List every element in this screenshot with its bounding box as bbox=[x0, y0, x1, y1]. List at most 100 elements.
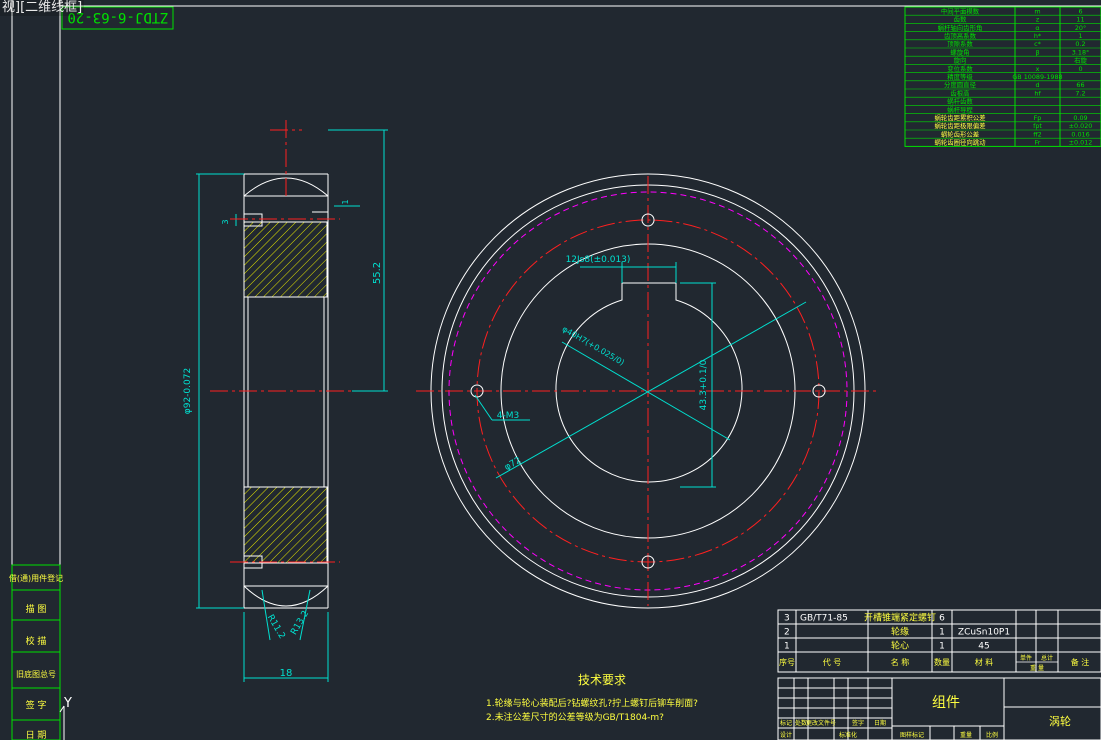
param-cell: 齿数 bbox=[954, 15, 967, 24]
param-cell: 0.09 bbox=[1073, 114, 1087, 122]
param-cell: 右旋 bbox=[1074, 56, 1087, 65]
param-cell: 蜗轮齿距极限偏差 bbox=[934, 121, 985, 130]
param-cell: 66 bbox=[1076, 81, 1084, 89]
bom-header-1: 代 号 bbox=[823, 657, 842, 667]
param-cell: α bbox=[1035, 24, 1039, 32]
bom-header-2: 名 称 bbox=[891, 657, 910, 667]
hatch-bottom bbox=[243, 486, 328, 564]
viewport-label[interactable]: 视][二维线框] bbox=[0, 0, 85, 16]
ucs-icon: Y bbox=[59, 696, 72, 740]
visual-style-label[interactable]: [二维线框] bbox=[20, 0, 82, 15]
strip-label-0: 借(通)用件登记 bbox=[9, 573, 63, 583]
bom-cell: 开槽锥端紧定螺钉 bbox=[864, 612, 936, 624]
dim-width: 18 bbox=[280, 668, 293, 679]
bore-keyway bbox=[555, 282, 743, 483]
bom-weight-label: 重 量 bbox=[1030, 664, 1044, 672]
left-strip: 借(通)用件登记 描 图 校 描 旧底图总号 签 字 日 期 bbox=[9, 564, 63, 740]
param-cell: Fp bbox=[1034, 114, 1042, 122]
notes-line-1: 1.轮缘与轮心装配后?钻螺纹孔?拧上螺钉后铆车削面? bbox=[486, 697, 698, 709]
tb-cell-9: 比例 bbox=[986, 731, 998, 739]
param-cell: m bbox=[1034, 7, 1040, 15]
param-cell: 0 bbox=[1078, 65, 1082, 73]
strip-label-4: 签 字 bbox=[26, 699, 47, 711]
param-cell: 旋向 bbox=[954, 56, 967, 65]
param-cell: ±0.012 bbox=[1069, 139, 1093, 147]
cad-drawing-canvas[interactable]: ZTDJ-6-63-20 借(通)用件登记 描 图 校 描 旧底图总号 签 字 … bbox=[0, 0, 1101, 740]
strip-label-2: 校 描 bbox=[26, 635, 47, 647]
strip-label-5: 日 期 bbox=[26, 730, 47, 740]
param-cell: ff2 bbox=[1033, 130, 1041, 138]
bom-cell: 3 bbox=[784, 614, 790, 624]
param-cell: 蜗轮齿圈径向跳动 bbox=[934, 138, 986, 147]
tb-cell-2: 更改文件号 bbox=[806, 719, 836, 727]
dim-height: 55.2 bbox=[372, 262, 383, 284]
bom-cell: 轮缘 bbox=[891, 626, 909, 638]
param-cell: 11 bbox=[1076, 16, 1084, 24]
param-cell: Fr bbox=[1035, 139, 1041, 147]
bom-header-3: 数量 bbox=[934, 657, 950, 667]
bom-header-6: 总计 bbox=[1041, 654, 1053, 662]
parameter-table[interactable]: 中间平面模数 m 6 齿数 z 11 蜗杆轴向齿形角 α 20° 齿顶高系数 h* 1 顶隙系数 c* 0.… bbox=[904, 6, 1101, 147]
param-cell: 3.18° bbox=[1072, 48, 1089, 56]
bom-cell: 1 bbox=[939, 642, 945, 652]
bom-cell: ZCuSn10P1 bbox=[958, 628, 1010, 638]
param-cell: 0.016 bbox=[1071, 130, 1089, 138]
param-cell: 精度等级 bbox=[947, 72, 973, 81]
param-cell: 齿顶高系数 bbox=[944, 31, 977, 40]
dim-radius-2: R13.2 bbox=[289, 609, 311, 637]
hatch-top bbox=[243, 221, 328, 298]
tb-cell-6: 标准化 bbox=[839, 731, 857, 739]
param-cell: 分度圆直径 bbox=[944, 80, 977, 89]
bom-table[interactable]: 3 GB/T71-85 开槽锥端紧定螺钉 6 2 轮缘 1 ZCuSn10P1 1 轮心 1 45 序号… bbox=[777, 609, 1101, 673]
tb-cell-7: 图样标记 bbox=[900, 731, 924, 739]
viewport-view-label[interactable]: 视] bbox=[2, 0, 20, 15]
param-cell: hf bbox=[1034, 89, 1041, 97]
dim-outer-diameter: φ92-0.072 bbox=[183, 368, 193, 414]
part-name: 组件 bbox=[932, 695, 960, 711]
ucs-axis-label: Y bbox=[63, 696, 72, 711]
param-cell: ±0.020 bbox=[1069, 122, 1093, 130]
tb-cell-4: 日期 bbox=[874, 719, 886, 727]
param-cell: d bbox=[1035, 81, 1039, 89]
technical-notes: 技术要求 1.轮缘与轮心装配后?钻螺纹孔?拧上螺钉后铆车削面? 2.未注公差尺寸… bbox=[486, 673, 698, 723]
front-view[interactable]: 12Js8(±0.013) φ40H7(+0.025/0) 43.3+0.1/0… bbox=[416, 173, 880, 609]
param-cell: GB 10089-1988 bbox=[1012, 73, 1062, 81]
tb-cell-8: 重量 bbox=[960, 731, 972, 739]
param-cell: 蜗轮齿距累积公差 bbox=[934, 113, 985, 122]
param-cell: fpt bbox=[1033, 122, 1042, 130]
param-cell: h* bbox=[1034, 32, 1041, 40]
notes-heading: 技术要求 bbox=[578, 673, 626, 687]
bom-cell: 1 bbox=[939, 628, 945, 638]
dim-holes: 4-M3 bbox=[497, 411, 519, 421]
param-cell: 蜗杆导程 bbox=[947, 105, 973, 114]
bom-cell: 45 bbox=[978, 642, 989, 652]
bom-cell: 轮心 bbox=[891, 640, 909, 652]
bom-cell: 6 bbox=[939, 614, 945, 624]
param-cell: 变位系数 bbox=[947, 64, 973, 73]
bom-header-4: 材 料 bbox=[975, 657, 994, 667]
param-cell: β bbox=[1035, 48, 1039, 56]
param-cell: 1 bbox=[1078, 32, 1082, 40]
bom-cell: GB/T71-85 bbox=[800, 614, 848, 624]
param-cell: 中间平面模数 bbox=[941, 6, 980, 15]
title-block[interactable]: 标记 处数 更改文件号 签字 日期 设计 标准化 图样标记 重量 比例 组件 涡… bbox=[777, 677, 1101, 740]
param-cell: 蜗杆轴向齿形角 bbox=[938, 23, 983, 32]
param-cell: 齿根高 bbox=[950, 88, 969, 97]
side-section-view[interactable]: φ92-0.072 55.2 18 3 1 R11.2 R13.2 bbox=[183, 120, 388, 682]
dim-depth: 43.3+0.1/0 bbox=[699, 359, 709, 410]
param-cell: 蜗杆齿数 bbox=[947, 97, 973, 106]
bom-cell: 1 bbox=[784, 642, 790, 652]
dim-1: 1 bbox=[341, 199, 350, 204]
param-cell: 6 bbox=[1078, 7, 1082, 15]
param-cell: z bbox=[1036, 16, 1040, 24]
bom-header-5: 单件 bbox=[1020, 654, 1032, 662]
tb-cell-5: 设计 bbox=[780, 731, 792, 739]
bom-cell: 2 bbox=[784, 628, 790, 638]
bom-header-7: 备 注 bbox=[1071, 657, 1090, 667]
param-cell: 螺旋角 bbox=[950, 47, 969, 56]
notes-line-2: 2.未注公差尺寸的公差等级为GB/T1804-m? bbox=[486, 711, 664, 723]
dim-bore: φ40H7(+0.025/0) bbox=[561, 324, 626, 367]
param-cell: 蜗轮齿形公差 bbox=[941, 129, 979, 138]
drawing-title: 涡轮 bbox=[1049, 714, 1071, 728]
strip-label-3: 旧底图总号 bbox=[16, 669, 56, 679]
